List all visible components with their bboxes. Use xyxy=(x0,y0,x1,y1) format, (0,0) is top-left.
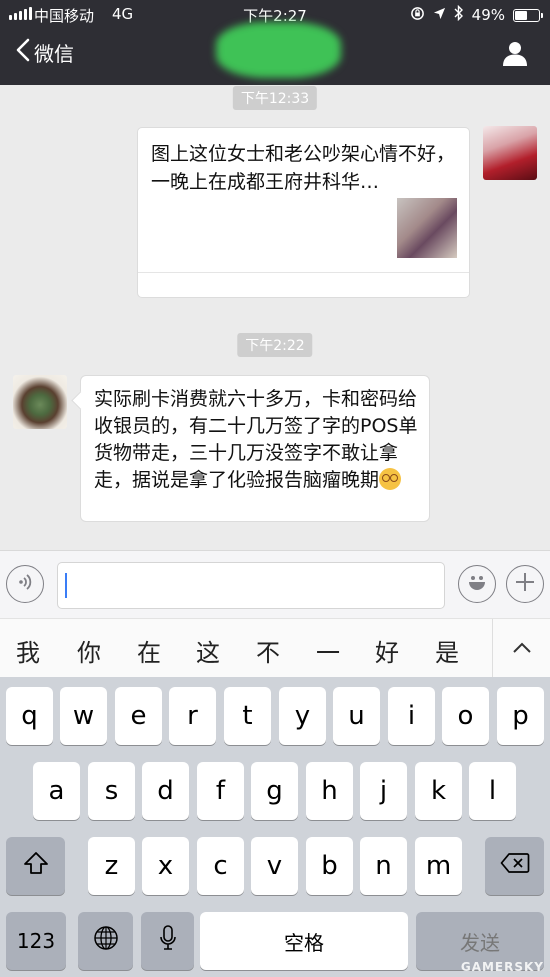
candidate-word[interactable]: 在 xyxy=(137,633,161,668)
delete-key[interactable] xyxy=(485,837,544,895)
key-z[interactable]: z xyxy=(88,837,135,895)
key-p[interactable]: p xyxy=(497,687,544,745)
location-icon xyxy=(433,6,446,24)
candidate-bar: 我 你 在 这 不 一 好 是 xyxy=(0,618,550,678)
battery-icon xyxy=(513,8,543,22)
candidate-word[interactable]: 不 xyxy=(256,633,280,668)
key-y[interactable]: y xyxy=(279,687,326,745)
watermark: GAMERSKY xyxy=(460,960,544,974)
key-r[interactable]: r xyxy=(169,687,216,745)
key-c[interactable]: c xyxy=(197,837,244,895)
key-g[interactable]: g xyxy=(251,762,298,820)
top-bar: 中国移动 4G 下午2:27 49% 微信 xyxy=(0,0,550,85)
plus-icon xyxy=(514,571,536,597)
key-k[interactable]: k xyxy=(415,762,462,820)
key-m[interactable]: m xyxy=(415,837,462,895)
profile-button[interactable] xyxy=(502,40,528,70)
emoji-button[interactable] xyxy=(458,565,496,603)
back-label: 微信 xyxy=(34,42,74,66)
key-j[interactable]: j xyxy=(360,762,407,820)
link-footer xyxy=(138,272,469,297)
candidate-word[interactable]: 一 xyxy=(316,633,340,668)
key-w[interactable]: w xyxy=(60,687,107,745)
bluetooth-icon xyxy=(454,4,464,25)
numbers-key[interactable]: 123 xyxy=(6,912,66,970)
key-s[interactable]: s xyxy=(88,762,135,820)
space-key[interactable]: 空格 xyxy=(200,912,408,970)
shared-link-card[interactable]: 图上这位女士和老公吵架心情不好，一晚上在成都王府井科华… xyxy=(137,127,470,298)
backspace-icon xyxy=(500,851,530,881)
key-o[interactable]: o xyxy=(442,687,489,745)
voice-icon xyxy=(14,571,36,597)
text-caret xyxy=(65,573,67,598)
message-text: 实际刷卡消费就六十多万，卡和密码给收银员的，有二十几万签了字的POS单货物带走，… xyxy=(94,388,418,491)
rotation-lock-icon xyxy=(410,6,425,25)
navbar: 微信 xyxy=(0,22,550,84)
status-icons: 49% xyxy=(410,4,543,25)
shift-icon xyxy=(23,851,49,882)
dictation-key[interactable] xyxy=(141,912,194,970)
message-input[interactable] xyxy=(57,562,445,609)
key-q[interactable]: q xyxy=(6,687,53,745)
timestamp: 下午12:33 xyxy=(232,86,318,110)
key-b[interactable]: b xyxy=(306,837,353,895)
key-a[interactable]: a xyxy=(33,762,80,820)
candidate-word[interactable]: 是 xyxy=(435,633,459,668)
keyboard: q w e r t y u i o p a s d f g h j k l z … xyxy=(0,677,550,977)
globe-icon xyxy=(93,925,119,958)
expand-candidates-button[interactable] xyxy=(492,619,550,678)
input-bar xyxy=(0,550,550,618)
battery-percent: 49% xyxy=(471,6,505,24)
candidate-word[interactable]: 我 xyxy=(16,633,40,668)
more-button[interactable] xyxy=(506,565,544,603)
key-x[interactable]: x xyxy=(142,837,189,895)
key-i[interactable]: i xyxy=(388,687,435,745)
key-e[interactable]: e xyxy=(115,687,162,745)
candidate-word[interactable]: 这 xyxy=(196,633,220,668)
key-l[interactable]: l xyxy=(469,762,516,820)
candidate-word[interactable]: 你 xyxy=(77,633,101,668)
person-icon xyxy=(502,42,528,70)
key-v[interactable]: v xyxy=(251,837,298,895)
back-button[interactable]: 微信 xyxy=(16,38,74,67)
my-avatar[interactable] xyxy=(483,126,537,180)
timestamp: 下午2:22 xyxy=(237,333,313,357)
key-n[interactable]: n xyxy=(360,837,407,895)
shift-key[interactable] xyxy=(6,837,65,895)
chevron-left-icon xyxy=(16,38,30,67)
language-key[interactable] xyxy=(78,912,133,970)
dizzy-face-emoji-icon xyxy=(379,468,402,490)
voice-button[interactable] xyxy=(6,565,44,603)
key-t[interactable]: t xyxy=(224,687,271,745)
key-d[interactable]: d xyxy=(142,762,189,820)
link-thumbnail-image xyxy=(397,198,457,258)
key-u[interactable]: u xyxy=(333,687,380,745)
key-h[interactable]: h xyxy=(306,762,353,820)
status-bar: 中国移动 4G 下午2:27 49% xyxy=(0,4,550,25)
redacted-chat-title xyxy=(216,22,341,78)
key-f[interactable]: f xyxy=(197,762,244,820)
microphone-icon xyxy=(159,924,177,959)
link-title: 图上这位女士和老公吵架心情不好，一晚上在成都王府井科华… xyxy=(151,143,456,193)
contact-avatar[interactable] xyxy=(13,375,67,429)
chat-area[interactable]: 下午12:33 图上这位女士和老公吵架心情不好，一晚上在成都王府井科华… 下午2… xyxy=(0,85,550,550)
smiley-icon xyxy=(464,569,490,599)
message-bubble[interactable]: 实际刷卡消费就六十多万，卡和密码给收银员的，有二十几万签了字的POS单货物带走，… xyxy=(80,375,430,522)
candidate-word[interactable]: 好 xyxy=(375,633,399,668)
chevron-up-icon xyxy=(512,639,532,658)
